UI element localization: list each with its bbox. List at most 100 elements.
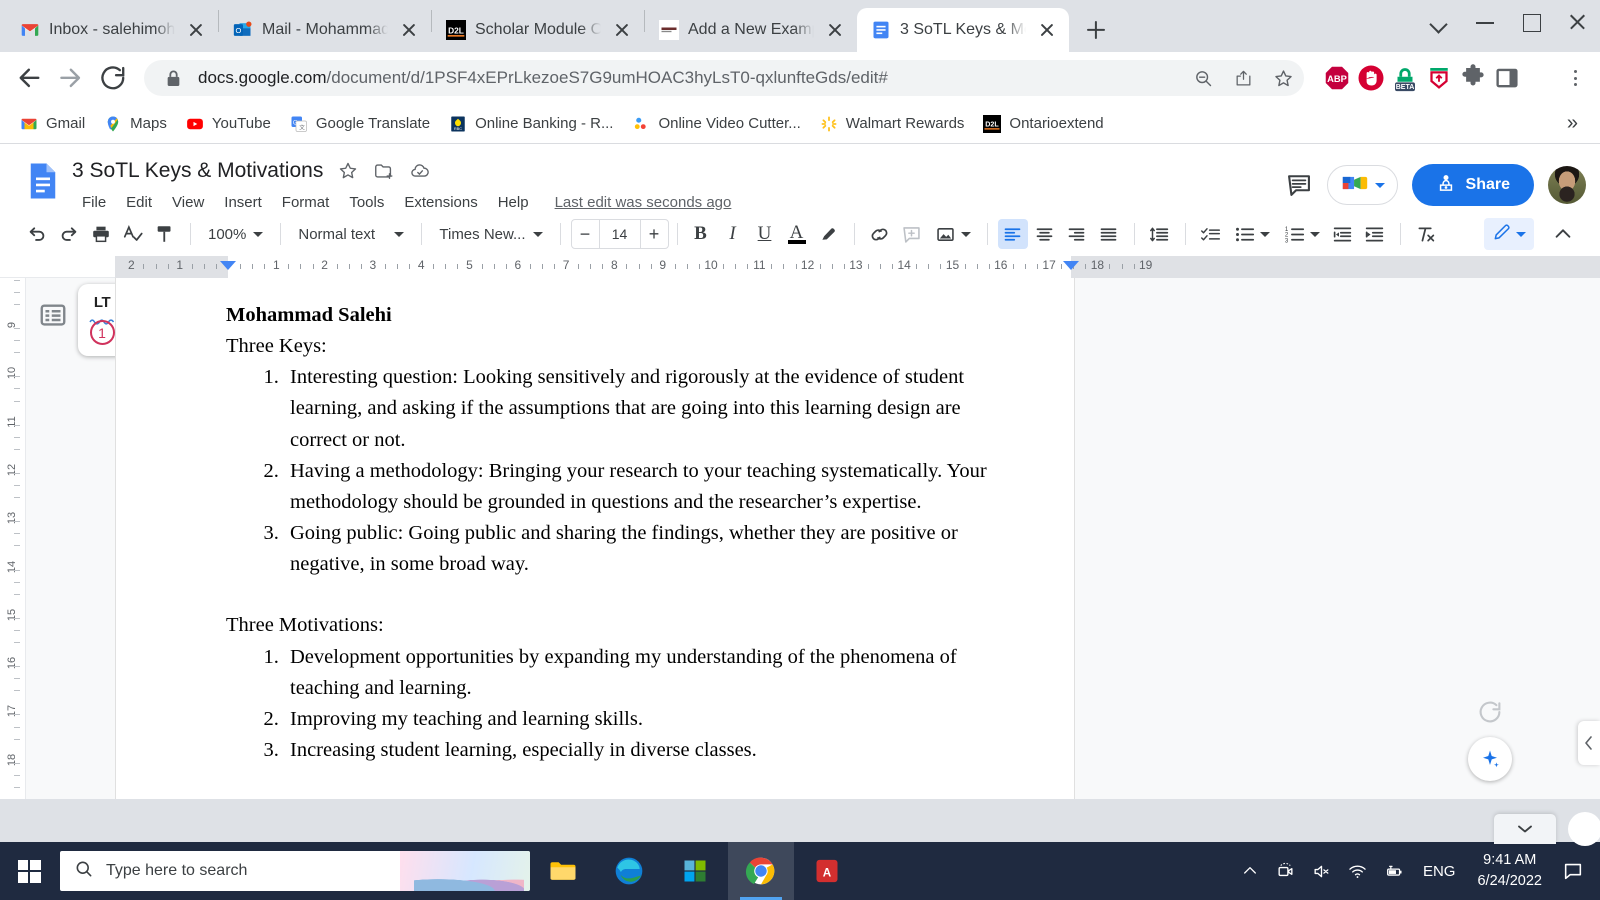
- show-hidden-icons[interactable]: [1233, 842, 1267, 900]
- left-indent-marker[interactable]: [220, 261, 236, 270]
- bookmark-online-video-cutter[interactable]: Online Video Cutter...: [624, 110, 808, 138]
- close-icon[interactable]: [610, 18, 634, 42]
- file-explorer-icon[interactable]: [530, 842, 596, 900]
- horizontal-ruler[interactable]: 2 1 1 2 3 4 5 6 7 8 9 10 11 12 13 14 15 16 17 18 19: [0, 256, 1600, 278]
- minimize-button[interactable]: [1462, 0, 1508, 44]
- document-outline-icon[interactable]: [38, 300, 68, 330]
- star-icon[interactable]: [337, 160, 359, 182]
- font-dropdown[interactable]: Times New...: [432, 219, 549, 249]
- checklist-icon[interactable]: [1196, 219, 1226, 249]
- highlight-icon[interactable]: [814, 219, 844, 249]
- wifi-icon[interactable]: [1341, 842, 1375, 900]
- italic-button[interactable]: I: [718, 219, 748, 249]
- maximize-button[interactable]: [1508, 0, 1554, 44]
- close-icon[interactable]: [184, 18, 208, 42]
- menu-help[interactable]: Help: [488, 191, 539, 214]
- address-bar[interactable]: docs.google.com/document/d/1PSF4xEPrLkez…: [144, 60, 1304, 96]
- forward-arrow-icon[interactable]: [52, 59, 90, 97]
- refresh-icon[interactable]: [1475, 697, 1505, 727]
- chevron-down-icon[interactable]: [1374, 182, 1385, 188]
- browser-tab-active[interactable]: 3 SoTL Keys & Mo: [857, 8, 1069, 52]
- share-icon[interactable]: [1228, 63, 1258, 93]
- language-indicator[interactable]: ENG: [1413, 863, 1466, 880]
- taskbar-preview-popup[interactable]: [1494, 814, 1556, 844]
- font-size-stepper[interactable]: − 14 +: [570, 219, 669, 249]
- taskbar-search-input[interactable]: Type here to search: [60, 851, 530, 891]
- puzzle-icon[interactable]: [1458, 63, 1488, 93]
- bookmark-gmail[interactable]: Gmail: [12, 110, 93, 138]
- battery-charging-icon[interactable]: [1377, 842, 1411, 900]
- page-title[interactable]: 3 SoTL Keys & Motivations: [72, 159, 323, 183]
- user-avatar[interactable]: [1548, 166, 1586, 204]
- back-arrow-icon[interactable]: [10, 59, 48, 97]
- camera-icon[interactable]: [1269, 842, 1303, 900]
- font-size-value[interactable]: 14: [598, 220, 641, 248]
- ruler-track[interactable]: 2 1 1 2 3 4 5 6 7 8 9 10 11 12 13 14 15 16 17 18 19: [115, 256, 1600, 278]
- browser-tab[interactable]: D2L Scholar Module O: [432, 8, 644, 52]
- menu-tools[interactable]: Tools: [339, 191, 394, 214]
- adblocker-hand-icon[interactable]: [1356, 63, 1386, 93]
- languagetool-issue-count[interactable]: 1: [89, 320, 115, 345]
- beta-lock-icon[interactable]: BETA: [1390, 63, 1420, 93]
- close-icon[interactable]: [397, 18, 421, 42]
- document-page[interactable]: Mohammad Salehi Three Keys: Interesting …: [115, 278, 1075, 799]
- increase-font-size-button[interactable]: +: [641, 220, 668, 248]
- redo-icon[interactable]: [54, 219, 84, 249]
- menu-edit[interactable]: Edit: [116, 191, 162, 214]
- zoom-dropdown[interactable]: 100%: [201, 219, 270, 249]
- clear-formatting-icon[interactable]: [1411, 219, 1441, 249]
- close-icon[interactable]: [1035, 18, 1059, 42]
- close-window-button[interactable]: [1554, 0, 1600, 44]
- paragraph-style-dropdown[interactable]: Normal text: [291, 219, 411, 249]
- bookmarks-overflow-button[interactable]: »: [1557, 112, 1588, 135]
- chrome-menu-icon[interactable]: [1560, 63, 1590, 93]
- paint-format-icon[interactable]: [150, 219, 180, 249]
- new-tab-button[interactable]: [1077, 11, 1115, 49]
- numbered-list-button[interactable]: 123: [1278, 219, 1326, 249]
- undo-icon[interactable]: [22, 219, 52, 249]
- bookmark-walmart-rewards[interactable]: Walmart Rewards: [812, 110, 973, 138]
- explore-icon[interactable]: [1468, 737, 1512, 781]
- align-right-icon[interactable]: [1062, 219, 1092, 249]
- editing-mode-button[interactable]: [1484, 218, 1534, 250]
- reload-icon[interactable]: [94, 59, 132, 97]
- browser-tab[interactable]: Add a New Examp: [645, 8, 857, 52]
- bold-button[interactable]: B: [686, 219, 716, 249]
- line-spacing-icon[interactable]: [1145, 219, 1175, 249]
- taskbar-clock[interactable]: 9:41 AM 6/24/2022: [1467, 850, 1552, 892]
- align-center-icon[interactable]: [1030, 219, 1060, 249]
- volume-muted-icon[interactable]: [1305, 842, 1339, 900]
- menu-view[interactable]: View: [162, 191, 214, 214]
- document-text[interactable]: Mohammad Salehi Three Keys: Interesting …: [226, 300, 989, 766]
- right-indent-marker[interactable]: [1063, 261, 1079, 270]
- bookmark-online-banking[interactable]: RBC Online Banking - R...: [441, 110, 621, 138]
- google-docs-logo-icon[interactable]: [22, 160, 64, 202]
- menu-extensions[interactable]: Extensions: [394, 191, 487, 214]
- increase-indent-icon[interactable]: [1360, 219, 1390, 249]
- decrease-font-size-button[interactable]: −: [572, 220, 599, 248]
- shield-icon[interactable]: [1424, 63, 1454, 93]
- notifications-icon[interactable]: [1554, 842, 1592, 900]
- adblock-plus-icon[interactable]: ABP: [1322, 63, 1352, 93]
- menu-insert[interactable]: Insert: [214, 191, 272, 214]
- windows-start-icon[interactable]: [0, 842, 58, 900]
- align-left-icon[interactable]: [997, 219, 1028, 249]
- add-comment-icon[interactable]: [897, 219, 927, 249]
- close-icon[interactable]: [823, 18, 847, 42]
- google-chrome-icon[interactable]: [728, 842, 794, 900]
- last-edit-status[interactable]: Last edit was seconds ago: [555, 194, 732, 211]
- browser-tab[interactable]: Inbox - salehimoh: [6, 8, 218, 52]
- chevron-down-icon[interactable]: [1416, 0, 1462, 44]
- profile-avatar[interactable]: [1526, 63, 1556, 93]
- microsoft-store-icon[interactable]: [662, 842, 728, 900]
- zoom-out-icon[interactable]: [1188, 63, 1218, 93]
- collapse-toolbar-icon[interactable]: [1548, 219, 1578, 249]
- bulleted-list-button[interactable]: [1228, 219, 1276, 249]
- align-justify-icon[interactable]: [1094, 219, 1124, 249]
- print-icon[interactable]: [86, 219, 116, 249]
- move-to-folder-icon[interactable]: [373, 160, 395, 182]
- bookmark-google-translate[interactable]: G文 Google Translate: [282, 110, 438, 138]
- spellcheck-icon[interactable]: [118, 219, 148, 249]
- side-panel-icon[interactable]: [1492, 63, 1522, 93]
- menu-file[interactable]: File: [72, 191, 116, 214]
